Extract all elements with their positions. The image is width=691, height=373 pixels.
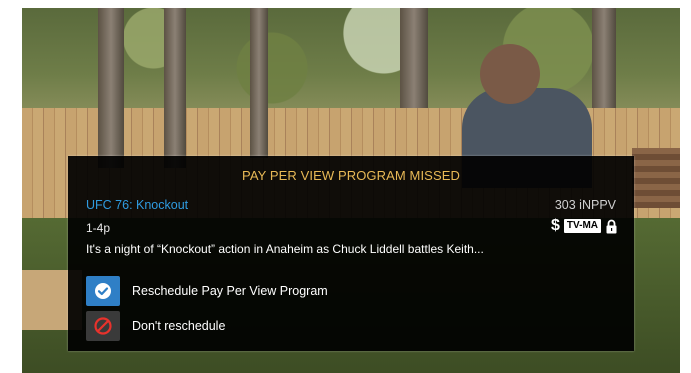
program-description: It's a night of “Knockout” action in Ana… bbox=[86, 242, 484, 256]
background-person-head bbox=[480, 44, 540, 104]
program-badges: $ TV-MA bbox=[551, 218, 618, 234]
dont-reschedule-label: Don't reschedule bbox=[132, 319, 226, 333]
channel-label: 303 iNPPV bbox=[554, 198, 616, 212]
program-time: 1-4p bbox=[86, 221, 111, 235]
dollar-icon: $ bbox=[550, 217, 560, 234]
no-entry-icon bbox=[86, 311, 120, 341]
lock-icon bbox=[606, 219, 617, 233]
background-tree bbox=[592, 8, 616, 108]
background-tree bbox=[164, 8, 186, 168]
reschedule-option[interactable]: Reschedule Pay Per View Program bbox=[86, 276, 328, 306]
check-circle-icon bbox=[86, 276, 120, 306]
dont-reschedule-option[interactable]: Don't reschedule bbox=[86, 311, 225, 341]
background-tree bbox=[98, 8, 124, 168]
rating-badge: TV-MA bbox=[563, 219, 601, 233]
ppv-missed-dialog: PAY PER VIEW PROGRAM MISSED UFC 76: Knoc… bbox=[68, 156, 634, 351]
background-tree bbox=[400, 8, 428, 108]
dialog-title: PAY PER VIEW PROGRAM MISSED bbox=[242, 168, 460, 183]
program-title: UFC 76: Knockout bbox=[86, 198, 189, 212]
background-tree bbox=[250, 8, 268, 158]
reschedule-label: Reschedule Pay Per View Program bbox=[132, 284, 328, 298]
background-woodpile bbox=[632, 148, 680, 208]
